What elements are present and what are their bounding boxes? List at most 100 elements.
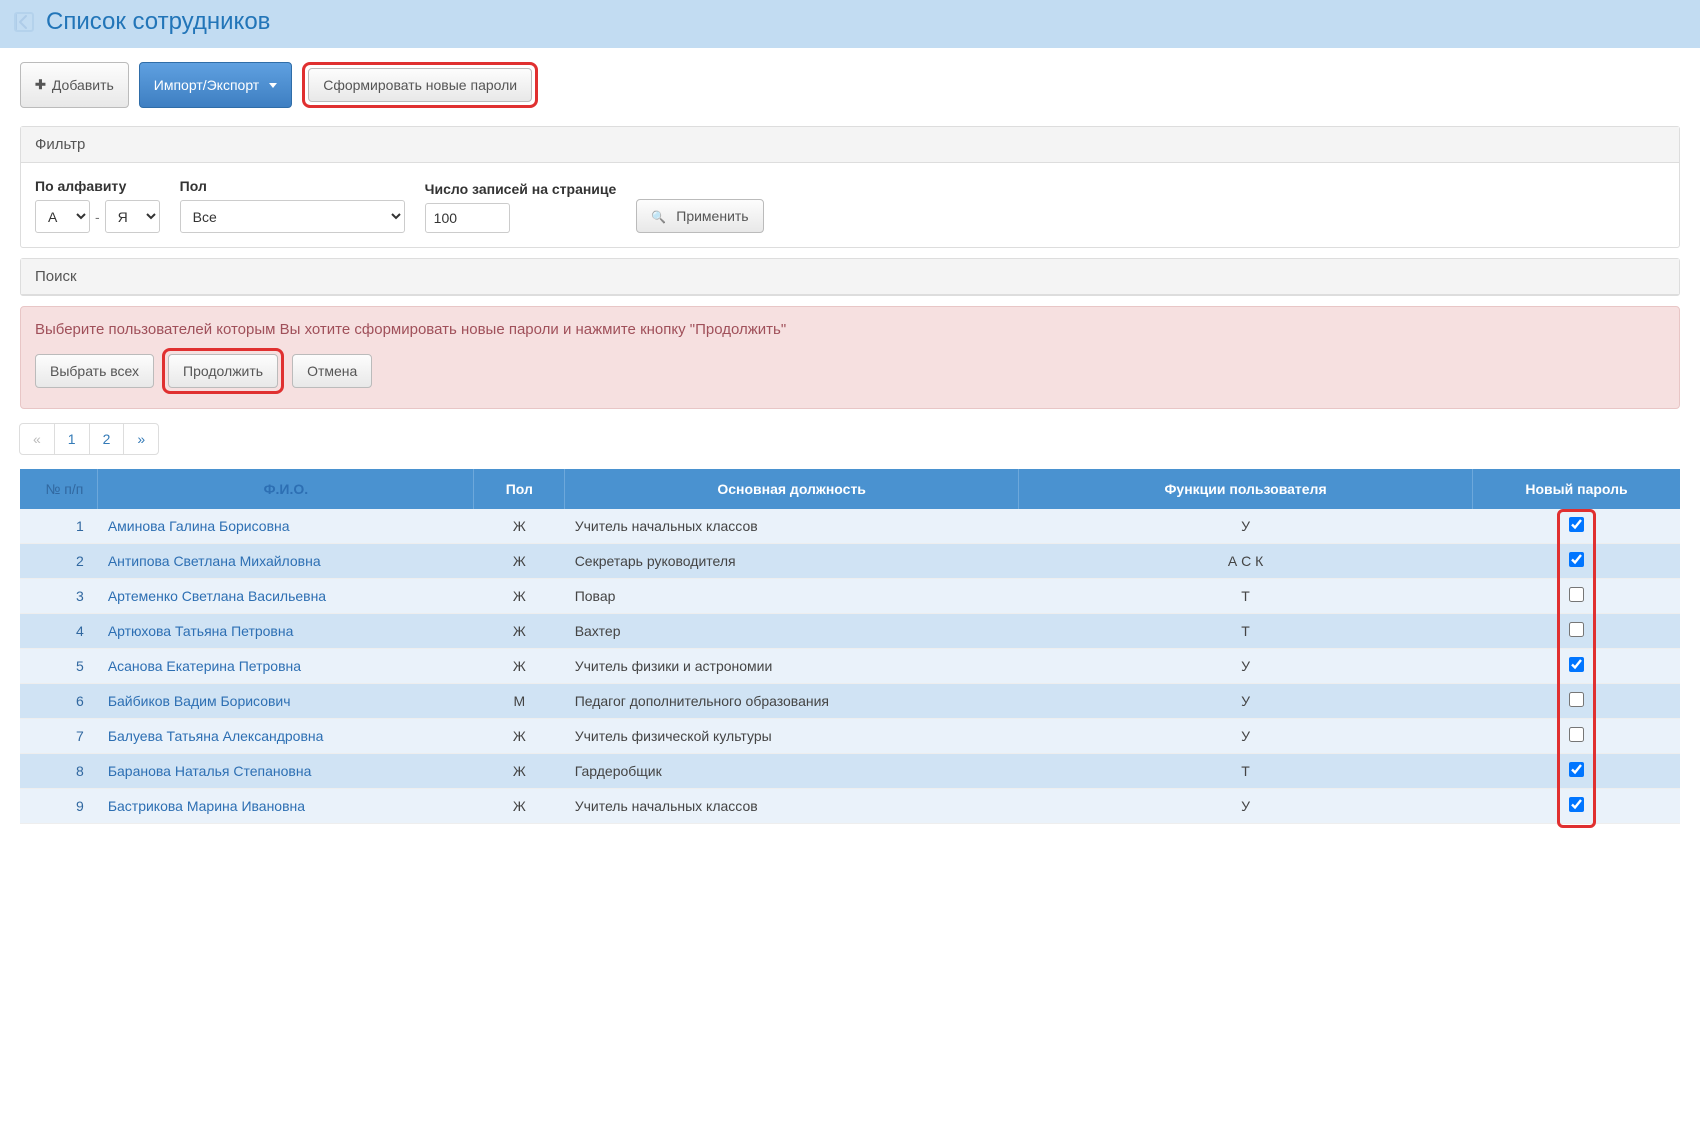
back-arrow-icon[interactable] — [10, 10, 38, 34]
caret-down-icon — [269, 83, 277, 88]
employee-link[interactable]: Артеменко Светлана Васильевна — [108, 588, 326, 604]
cell-num: 9 — [20, 789, 98, 824]
cell-position: Вахтер — [565, 614, 1019, 649]
employees-table-wrap: № п/п Ф.И.О. Пол Основная должность Функ… — [20, 469, 1680, 824]
select-all-button[interactable]: Выбрать всех — [35, 354, 154, 388]
table-row: 4 Артюхова Татьяна Петровна Ж Вахтер Т — [20, 614, 1680, 649]
cell-checkbox — [1473, 789, 1681, 824]
alphabet-to-select[interactable]: Я — [105, 200, 160, 233]
new-password-checkbox[interactable] — [1569, 762, 1584, 777]
generate-passwords-label: Сформировать новые пароли — [323, 77, 517, 93]
filter-records-label: Число записей на странице — [425, 181, 617, 197]
pagination: « 1 2 » — [20, 423, 1680, 455]
employee-link[interactable]: Бастрикова Марина Ивановна — [108, 798, 305, 814]
cell-gender: Ж — [474, 614, 565, 649]
add-button-label: Добавить — [52, 77, 114, 93]
cell-functions: У — [1019, 649, 1473, 684]
highlight-generate-passwords: Сформировать новые пароли — [302, 62, 538, 108]
page-1[interactable]: 1 — [54, 423, 90, 455]
cell-gender: Ж — [474, 544, 565, 579]
alphabet-from-select[interactable]: А — [35, 200, 90, 233]
page-header: Список сотрудников — [0, 0, 1700, 48]
highlight-continue: Продолжить — [162, 348, 284, 394]
cell-name: Байбиков Вадим Борисович — [98, 684, 474, 719]
cell-functions: У — [1019, 684, 1473, 719]
employee-link[interactable]: Баранова Наталья Степановна — [108, 763, 312, 779]
apply-filter-button[interactable]: Применить — [636, 199, 763, 233]
cell-name: Артюхова Татьяна Петровна — [98, 614, 474, 649]
cell-checkbox — [1473, 719, 1681, 754]
employees-table: № п/п Ф.И.О. Пол Основная должность Функ… — [20, 469, 1680, 824]
employee-link[interactable]: Аминова Галина Борисовна — [108, 518, 290, 534]
new-password-checkbox[interactable] — [1569, 552, 1584, 567]
alert-generate-passwords: Выберите пользователей которым Вы хотите… — [20, 306, 1680, 409]
th-gender: Пол — [474, 469, 565, 509]
cell-gender: Ж — [474, 579, 565, 614]
employee-link[interactable]: Артюхова Татьяна Петровна — [108, 623, 294, 639]
table-row: 7 Балуева Татьяна Александровна Ж Учител… — [20, 719, 1680, 754]
page-next[interactable]: » — [123, 423, 159, 455]
employee-link[interactable]: Антипова Светлана Михайловна — [108, 553, 321, 569]
cell-name: Асанова Екатерина Петровна — [98, 649, 474, 684]
import-export-button[interactable]: Импорт/Экспорт — [139, 62, 292, 108]
cell-name: Антипова Светлана Михайловна — [98, 544, 474, 579]
th-functions: Функции пользователя — [1019, 469, 1473, 509]
filter-gender-group: Пол Все — [180, 178, 405, 233]
continue-button[interactable]: Продолжить — [168, 354, 278, 388]
cell-gender: Ж — [474, 649, 565, 684]
table-row: 3 Артеменко Светлана Васильевна Ж Повар … — [20, 579, 1680, 614]
cell-checkbox — [1473, 614, 1681, 649]
filter-apply-group: Применить — [636, 177, 763, 233]
cell-functions: А С К — [1019, 544, 1473, 579]
new-password-checkbox[interactable] — [1569, 517, 1584, 532]
new-password-checkbox[interactable] — [1569, 587, 1584, 602]
gender-select[interactable]: Все — [180, 200, 405, 233]
cell-num: 8 — [20, 754, 98, 789]
th-fio[interactable]: Ф.И.О. — [98, 469, 474, 509]
records-input[interactable] — [425, 203, 510, 233]
new-password-checkbox[interactable] — [1569, 727, 1584, 742]
employee-link[interactable]: Байбиков Вадим Борисович — [108, 693, 291, 709]
add-button[interactable]: ✚ Добавить — [20, 62, 129, 108]
cell-checkbox — [1473, 579, 1681, 614]
table-row: 2 Антипова Светлана Михайловна Ж Секрета… — [20, 544, 1680, 579]
cell-position: Учитель начальных классов — [565, 509, 1019, 544]
cell-position: Учитель начальных классов — [565, 789, 1019, 824]
filter-gender-label: Пол — [180, 178, 405, 194]
cell-name: Баранова Наталья Степановна — [98, 754, 474, 789]
cell-num: 7 — [20, 719, 98, 754]
dash-separator: - — [95, 209, 100, 225]
cell-position: Учитель физики и астрономии — [565, 649, 1019, 684]
page-prev[interactable]: « — [19, 423, 55, 455]
cell-position: Гардеробщик — [565, 754, 1019, 789]
filter-panel-title: Фильтр — [21, 127, 1679, 163]
cell-gender: Ж — [474, 754, 565, 789]
new-password-checkbox[interactable] — [1569, 797, 1584, 812]
generate-passwords-button[interactable]: Сформировать новые пароли — [308, 68, 532, 102]
page-title: Список сотрудников — [46, 8, 270, 36]
employee-link[interactable]: Балуева Татьяна Александровна — [108, 728, 324, 744]
cell-checkbox — [1473, 649, 1681, 684]
cancel-button[interactable]: Отмена — [292, 354, 372, 388]
employee-link[interactable]: Асанова Екатерина Петровна — [108, 658, 301, 674]
cell-name: Аминова Галина Борисовна — [98, 509, 474, 544]
cell-num: 5 — [20, 649, 98, 684]
th-num: № п/п — [20, 469, 98, 509]
cell-name: Бастрикова Марина Ивановна — [98, 789, 474, 824]
new-password-checkbox[interactable] — [1569, 657, 1584, 672]
cell-num: 6 — [20, 684, 98, 719]
page-2[interactable]: 2 — [89, 423, 125, 455]
new-password-checkbox[interactable] — [1569, 692, 1584, 707]
filter-panel: Фильтр По алфавиту А - Я Пол Все Число з… — [20, 126, 1680, 248]
filter-panel-body: По алфавиту А - Я Пол Все Число записей … — [21, 163, 1679, 247]
new-password-checkbox[interactable] — [1569, 622, 1584, 637]
cell-functions: У — [1019, 509, 1473, 544]
cell-position: Учитель физической культуры — [565, 719, 1019, 754]
th-position: Основная должность — [565, 469, 1019, 509]
cell-checkbox — [1473, 544, 1681, 579]
cell-functions: У — [1019, 719, 1473, 754]
cell-position: Педагог дополнительного образования — [565, 684, 1019, 719]
search-panel: Поиск — [20, 258, 1680, 296]
search-panel-title[interactable]: Поиск — [21, 259, 1679, 295]
th-new-password: Новый пароль — [1473, 469, 1681, 509]
